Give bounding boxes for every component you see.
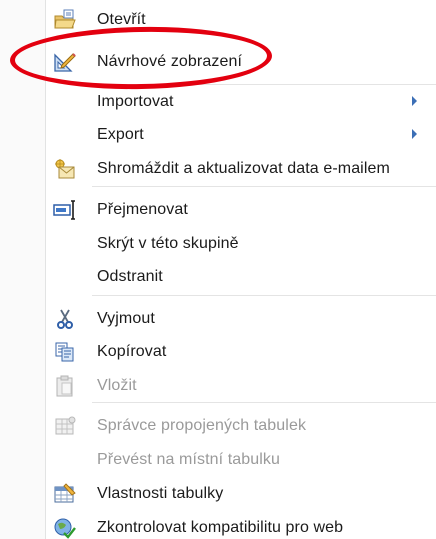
menu-item-table-properties[interactable]: Vlastnosti tabulky — [0, 478, 436, 508]
menu-item-label: Shromáždit a aktualizovat data e-mailem — [97, 160, 390, 177]
copy-icon — [53, 341, 77, 363]
menu-item-label: Odstranit — [97, 268, 163, 285]
context-menu: Otevřít Návrhové zobrazení Importovat Ex… — [0, 0, 436, 539]
menu-item-label: Převést na místní tabulku — [97, 451, 281, 468]
menu-item-cut[interactable]: Vyjmout — [0, 303, 436, 333]
rename-icon — [53, 199, 77, 221]
menu-item-hide-in-group[interactable]: Skrýt v této skupině — [0, 228, 436, 258]
table-properties-icon — [53, 483, 77, 505]
menu-item-label: Export — [97, 126, 144, 143]
submenu-arrow-icon — [412, 129, 417, 139]
menu-item-label: Vlastnosti tabulky — [97, 485, 224, 502]
menu-item-label: Skrýt v této skupině — [97, 235, 239, 252]
menu-item-convert-to-local-table: Převést na místní tabulku — [0, 444, 436, 474]
menu-item-export[interactable]: Export — [0, 119, 436, 149]
menu-separator — [92, 402, 436, 403]
menu-item-delete[interactable]: Odstranit — [0, 261, 436, 291]
menu-item-label: Importovat — [97, 93, 174, 110]
linked-table-manager-icon — [53, 415, 77, 437]
menu-item-paste: Vložit — [0, 370, 436, 400]
menu-item-linked-table-manager: Správce propojených tabulek — [0, 410, 436, 440]
menu-item-open[interactable]: Otevřít — [0, 4, 436, 34]
highlight-ellipse — [9, 24, 273, 92]
menu-separator — [92, 186, 436, 187]
menu-item-label: Správce propojených tabulek — [97, 417, 307, 434]
web-compatibility-check-icon — [53, 517, 77, 539]
menu-item-label: Přejmenovat — [97, 201, 188, 218]
menu-item-import[interactable]: Importovat — [0, 86, 436, 116]
menu-item-label: Vyjmout — [97, 310, 155, 327]
scissors-icon — [53, 308, 77, 330]
paste-icon — [53, 375, 77, 397]
collect-email-data-icon — [53, 158, 77, 180]
menu-separator — [92, 295, 436, 296]
open-folder-icon — [53, 9, 77, 31]
menu-item-rename[interactable]: Přejmenovat — [0, 194, 436, 224]
menu-item-collect-email-data[interactable]: Shromáždit a aktualizovat data e-mailem — [0, 153, 436, 183]
menu-item-label: Vložit — [97, 377, 137, 394]
menu-item-label: Zkontrolovat kompatibilitu pro web — [97, 519, 344, 536]
menu-item-check-web-compatibility[interactable]: Zkontrolovat kompatibilitu pro web — [0, 512, 436, 539]
menu-item-copy[interactable]: Kopírovat — [0, 336, 436, 366]
menu-item-label: Kopírovat — [97, 343, 167, 360]
submenu-arrow-icon — [412, 96, 417, 106]
